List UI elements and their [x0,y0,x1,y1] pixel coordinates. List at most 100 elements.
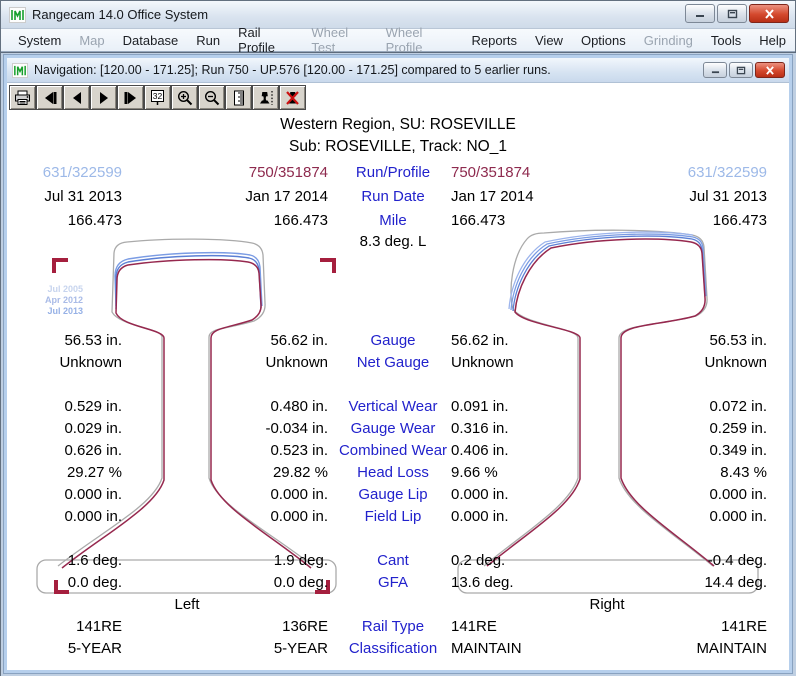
value-head-loss-left-earlier: 29.27 % [27,464,122,481]
value-vertical-wear-left-earlier: 0.529 in. [27,398,122,415]
row-run-profile: 631/322599 750/351874 Run/Profile 750/35… [7,164,789,184]
row-net-gauge: Unknown Unknown Net Gauge Unknown Unknow… [7,354,789,374]
value-run-date-right-earlier: Jul 31 2013 [653,188,767,205]
label-mile: Mile [328,212,458,229]
value-run-date-left-earlier: Jul 31 2013 [27,188,122,205]
menu-help[interactable]: Help [750,30,795,51]
menu-reports[interactable]: Reports [462,30,526,51]
navigation-window: Navigation: [120.00 - 171.25]; Run 750 -… [4,55,792,673]
value-gauge-left-earlier: 56.53 in. [27,332,122,349]
value-vertical-wear-right-current: 0.091 in. [451,398,571,415]
next-run-button[interactable] [117,85,144,110]
value-run-profile-right-current: 750/351874 [451,164,571,181]
step-forward-button[interactable] [90,85,117,110]
navigation-title-bar[interactable]: Navigation: [120.00 - 171.25]; Run 750 -… [7,58,789,83]
restore-button[interactable] [717,4,747,23]
menu-run[interactable]: Run [187,30,229,51]
value-gfa-left-current: 0.0 deg. [223,574,328,591]
row-run-date: Jul 31 2013 Jan 17 2014 Run Date Jan 17 … [7,188,789,208]
menu-tools[interactable]: Tools [702,30,750,51]
mdi-client-area: Navigation: [120.00 - 171.25]; Run 750 -… [1,52,796,676]
navigation-restore-button[interactable] [729,62,753,78]
value-gauge-right-earlier: 56.53 in. [653,332,767,349]
step-back-button[interactable] [63,85,90,110]
label-classification: Classification [328,640,458,657]
minimize-icon [711,66,720,74]
value-rail-type-right-current: 141RE [451,618,571,635]
menu-system[interactable]: System [9,30,70,51]
label-gfa: GFA [328,574,458,591]
value-gauge-lip-right-current: 0.000 in. [451,486,571,503]
row-classification: 5-YEAR 5-YEAR Classification MAINTAIN MA… [7,640,789,660]
value-mile-right-earlier: 166.473 [653,212,767,229]
label-gauge: Gauge [328,332,458,349]
legend-run-2: Apr 2012 [19,295,83,306]
value-classification-left-earlier: 5-YEAR [27,640,122,657]
value-classification-left-current: 5-YEAR [223,640,328,657]
row-gauge-lip: 0.000 in. 0.000 in. Gauge Lip 0.000 in. … [7,486,789,506]
value-vertical-wear-left-current: 0.480 in. [223,398,328,415]
print-button[interactable] [9,85,36,110]
value-net-gauge-left-earlier: Unknown [27,354,122,371]
previous-run-icon [42,90,58,106]
value-combined-wear-left-earlier: 0.626 in. [27,442,122,459]
value-run-profile-right-earlier: 631/322599 [653,164,767,181]
value-mile-right-current: 166.473 [451,212,571,229]
rail-profile-button[interactable] [252,85,279,110]
menu-map[interactable]: Map [70,30,113,51]
rail-profile-icon [257,90,274,106]
value-gfa-left-earlier: 0.0 deg. [27,574,122,591]
value-gauge-lip-right-earlier: 0.000 in. [653,486,767,503]
ruler-button[interactable] [225,85,252,110]
navigation-minimize-button[interactable] [703,62,727,78]
value-net-gauge-right-earlier: Unknown [653,354,767,371]
value-gauge-lip-left-earlier: 0.000 in. [27,486,122,503]
value-vertical-wear-right-earlier: 0.072 in. [653,398,767,415]
label-net-gauge: Net Gauge [328,354,458,371]
value-net-gauge-right-current: Unknown [451,354,571,371]
milepost-button[interactable]: 32 [144,85,171,110]
value-gfa-right-current: 13.6 deg. [451,574,571,591]
zoom-in-icon [177,90,193,106]
step-back-icon [69,90,85,106]
value-field-lip-left-current: 0.000 in. [223,508,328,525]
window-title: Rangecam 14.0 Office System [32,7,208,22]
print-icon [14,90,31,106]
row-cant: 1.6 deg. 1.9 deg. Cant 0.2 deg. -0.4 deg… [7,552,789,572]
value-run-date-left-current: Jan 17 2014 [223,188,328,205]
subdivision-header: Sub: ROSEVILLE, Track: NO_1 [7,138,789,156]
zoom-out-button[interactable] [198,85,225,110]
value-gauge-right-current: 56.62 in. [451,332,571,349]
close-button[interactable] [749,4,789,23]
remove-profile-button[interactable] [279,85,306,110]
minimize-button[interactable] [685,4,715,23]
restore-icon [736,66,746,75]
rangecam-logo-icon [12,63,28,78]
value-combined-wear-left-current: 0.523 in. [223,442,328,459]
value-gauge-lip-left-current: 0.000 in. [223,486,328,503]
next-run-icon [123,90,139,106]
previous-run-button[interactable] [36,85,63,110]
label-run-date: Run Date [328,188,458,205]
value-gauge-wear-left-earlier: 0.029 in. [27,420,122,437]
app-window: Rangecam 14.0 Office System System Map D… [0,0,796,676]
value-combined-wear-right-current: 0.406 in. [451,442,571,459]
navigation-close-button[interactable] [755,62,785,78]
menu-grinding[interactable]: Grinding [635,30,702,51]
row-gfa: 0.0 deg. 0.0 deg. GFA 13.6 deg. 14.4 deg… [7,574,789,594]
menu-view[interactable]: View [526,30,572,51]
menu-options[interactable]: Options [572,30,635,51]
value-cant-left-earlier: 1.6 deg. [27,552,122,569]
right-rail-label: Right [507,596,707,613]
restore-icon [727,9,738,19]
value-rail-type-left-earlier: 141RE [27,618,122,635]
menu-database[interactable]: Database [114,30,188,51]
value-field-lip-right-current: 0.000 in. [451,508,571,525]
rangecam-logo-icon [9,7,26,23]
zoom-in-button[interactable] [171,85,198,110]
value-classification-right-earlier: MAINTAIN [653,640,767,657]
row-head-loss: 29.27 % 29.82 % Head Loss 9.66 % 8.43 % [7,464,789,484]
curvature-value: 8.3 deg. L [328,233,458,250]
menu-bar: System Map Database Run Rail Profile Whe… [1,29,795,52]
value-run-profile-left-earlier: 631/322599 [27,164,122,181]
